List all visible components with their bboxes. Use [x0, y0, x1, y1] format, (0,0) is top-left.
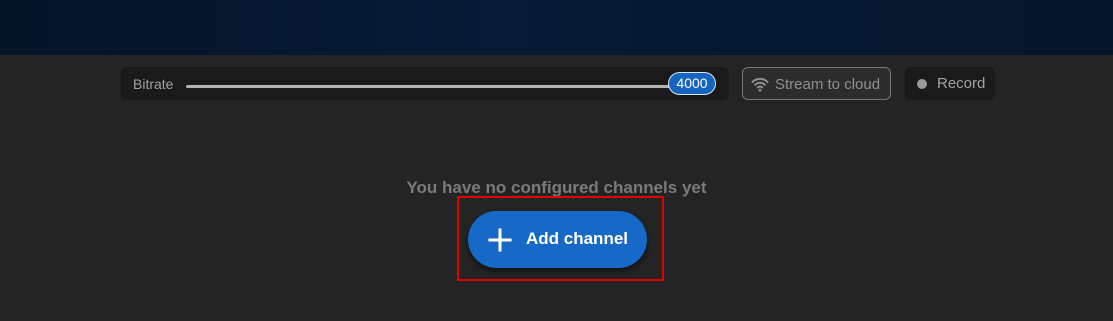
bitrate-slider-handle[interactable]: 4000	[668, 72, 716, 95]
wifi-icon	[751, 75, 769, 97]
plus-icon	[488, 228, 512, 257]
record-dot-icon	[917, 79, 927, 89]
stream-to-cloud-label: Stream to cloud	[775, 76, 881, 93]
add-channel-button[interactable]: Add channel	[468, 211, 647, 268]
bitrate-label: Bitrate	[133, 76, 174, 92]
record-button[interactable]: Record	[905, 67, 995, 100]
stream-to-cloud-button[interactable]: Stream to cloud	[742, 67, 891, 100]
bitrate-slider-fill	[186, 85, 674, 88]
record-label: Record	[937, 75, 986, 92]
toolbar: Bitrate 4000 Stream to cloud Record	[0, 55, 1113, 115]
add-channel-label: Add channel	[526, 229, 629, 248]
empty-state-message: You have no configured channels yet	[406, 178, 707, 197]
header-banner	[0, 0, 1113, 55]
bitrate-slider[interactable]	[186, 85, 716, 88]
bitrate-control: Bitrate 4000	[121, 67, 729, 100]
